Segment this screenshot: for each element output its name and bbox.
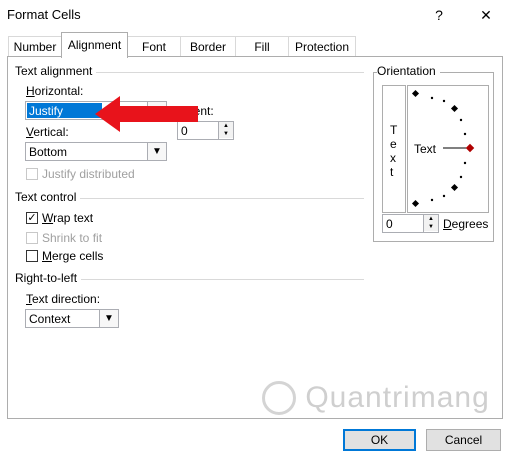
wrap-text-checkbox[interactable]: ✓ [26,212,38,224]
degrees-value: 0 [386,217,393,231]
chevron-down-icon[interactable]: ▼ [99,310,118,327]
wrap-text-label: Wrap text [42,211,94,225]
watermark-logo-icon [262,381,296,416]
tab-number[interactable]: Number [8,36,62,57]
tab-alignment[interactable]: Alignment [61,32,128,58]
degrees-label: Degrees [443,217,489,231]
spin-up-icon[interactable]: ▲ [424,215,438,223]
chevron-down-icon[interactable]: ▼ [147,143,166,160]
merge-cells-checkbox[interactable] [26,250,38,262]
horizontal-label: Horizontal: [26,84,84,98]
spin-down-icon[interactable]: ▼ [424,223,438,231]
shrink-to-fit-checkbox[interactable] [26,232,38,244]
cancel-button[interactable]: Cancel [426,429,501,451]
vertical-select[interactable]: Bottom ▼ [25,142,167,161]
vertical-value: Bottom [29,145,68,159]
help-button[interactable]: ? [425,4,453,26]
section-text-control: Text control [15,190,81,204]
close-button[interactable]: ✕ [472,4,500,26]
tab-protection[interactable]: Protection [288,36,356,57]
text-direction-value: Context [29,312,71,326]
shrink-to-fit-label: Shrink to fit [42,231,103,245]
section-right-to-left: Right-to-left [15,271,82,285]
justify-distributed-label: Justify distributed [42,167,135,181]
tab-font[interactable]: Font [127,36,181,57]
ok-button[interactable]: OK [343,429,416,451]
text-direction-select[interactable]: Context ▼ [25,309,119,328]
tab-fill[interactable]: Fill [235,36,289,57]
watermark: Quantrimang [262,380,490,416]
merge-cells-label: Merge cells [42,249,104,263]
tab-border[interactable]: Border [180,36,236,57]
horizontal-value: Justify [29,104,64,118]
spin-up-icon[interactable]: ▲ [219,122,233,130]
window-title: Format Cells [7,7,81,22]
rotation-dial[interactable]: Text [407,85,489,213]
section-text-alignment: Text alignment [15,64,97,78]
spin-down-icon[interactable]: ▼ [219,130,233,138]
vertical-text-box[interactable]: T e x t [382,85,406,213]
text-direction-label: Text direction: [26,292,101,306]
justify-distributed-checkbox[interactable] [26,168,38,180]
section-orientation: Orientation [377,64,440,78]
vertical-text-letters: T e x t [390,123,398,179]
red-arrow-icon [95,96,198,132]
vertical-label: Vertical: [26,125,69,139]
rotation-text: Text [414,142,437,156]
degrees-stepper[interactable]: 0 ▲ ▼ [382,214,439,233]
